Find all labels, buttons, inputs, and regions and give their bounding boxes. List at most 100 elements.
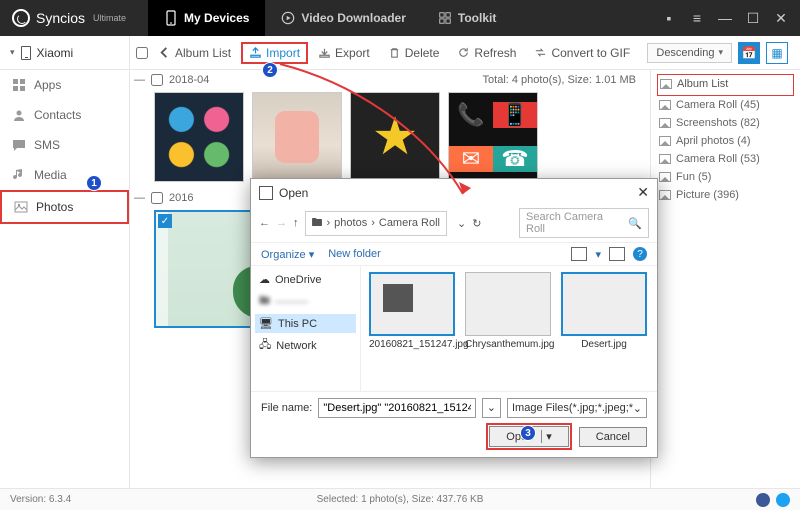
album-label: April photos (4) (676, 135, 751, 147)
tab-video-downloader[interactable]: Video Downloader (265, 0, 421, 36)
photo-thumb[interactable] (350, 92, 440, 182)
sidebar-item-contacts[interactable]: Contacts (0, 100, 129, 130)
tree-blurred[interactable]: 🖿——— (255, 289, 356, 314)
window-controls: ▪ ≡ — ☐ ✕ (662, 11, 800, 25)
album-item[interactable]: April photos (4) (657, 132, 794, 150)
menu-icon[interactable]: ≡ (690, 11, 704, 25)
facebook-icon[interactable] (756, 493, 770, 507)
preview-pane-icon[interactable] (609, 247, 625, 261)
dialog-close-icon[interactable]: ✕ (637, 184, 649, 201)
cancel-label: Cancel (596, 431, 630, 443)
nav-back-icon[interactable]: ← (259, 217, 270, 229)
chevron-down-icon[interactable]: ⌄ (482, 398, 501, 418)
tree-network[interactable]: 🖧Network (255, 333, 356, 358)
view-date-icon[interactable]: 📅 (738, 42, 760, 64)
photo-thumb[interactable] (252, 92, 342, 182)
filename-row: File name: ⌄ Image Files(*.jpg;*.jpeg;*.… (261, 398, 647, 418)
file-item[interactable]: 20160821_151247.jpg (369, 272, 455, 350)
select-all-checkbox[interactable] (136, 47, 148, 59)
folder-icon: 🖿 (312, 214, 323, 233)
cancel-button[interactable]: Cancel (579, 427, 647, 447)
delete-label: Delete (405, 46, 440, 60)
album-icon (659, 100, 671, 110)
refresh-icon[interactable]: ↻ (472, 217, 481, 230)
device-name: Xiaomi (37, 46, 74, 60)
collapse-icon[interactable]: — (134, 192, 145, 204)
album-item[interactable]: Camera Roll (45) (657, 96, 794, 114)
refresh-button[interactable]: Refresh (449, 42, 524, 64)
filename-input[interactable] (318, 398, 475, 418)
header-tabs: My Devices Video Downloader Toolkit (148, 0, 512, 36)
convert-gif-button[interactable]: Convert to GIF (526, 42, 638, 64)
view-mode-icon[interactable] (571, 247, 587, 261)
chevron-down-icon[interactable]: ▾ (595, 248, 601, 261)
album-item[interactable]: Picture (396) (657, 186, 794, 204)
chevron-down-icon: ▾ (718, 47, 723, 58)
refresh-label: Refresh (474, 46, 516, 60)
album-list-button[interactable]: Album List (150, 42, 239, 64)
import-button[interactable]: Import (241, 42, 308, 64)
pc-icon: 🖥 (259, 317, 273, 330)
album-item[interactable]: Camera Roll (53) (657, 150, 794, 168)
file-item[interactable]: Desert.jpg (561, 272, 647, 350)
tree-label: This PC (278, 318, 317, 330)
photos-icon (14, 200, 28, 214)
new-folder-button[interactable]: New folder (328, 248, 381, 260)
file-thumb (465, 272, 551, 336)
back-arrow-icon (158, 46, 171, 59)
device-phone-icon (21, 46, 31, 60)
export-button[interactable]: Export (310, 42, 378, 64)
file-open-dialog: Open ✕ ← → ↑ 🖿 › photos › Camera Roll ⌄ … (250, 178, 658, 458)
dialog-titlebar: Open ✕ (251, 179, 657, 206)
tree-label: OneDrive (275, 274, 321, 286)
breadcrumb[interactable]: 🖿 › photos › Camera Roll (305, 211, 448, 236)
album-icon (659, 154, 671, 164)
sort-label: Descending (656, 47, 714, 59)
sidebar-item-photos[interactable]: Photos (0, 190, 129, 224)
album-panel-header[interactable]: Album List (657, 74, 794, 96)
app-header: Syncios Ultimate My Devices Video Downlo… (0, 0, 800, 36)
collapse-icon[interactable]: — (134, 74, 145, 86)
photo-thumb[interactable]: 📞📱✉☎ (448, 92, 538, 182)
sidebar-item-sms[interactable]: SMS (0, 130, 129, 160)
device-selector[interactable]: ▾ Xiaomi (0, 36, 130, 69)
dialog-nav: ← → ↑ 🖿 › photos › Camera Roll ⌄ ↻ Searc… (251, 206, 657, 242)
dialog-search[interactable]: Search Camera Roll 🔍 (519, 208, 649, 238)
dialog-title: Open (279, 186, 308, 200)
sidebar-item-apps[interactable]: Apps (0, 70, 129, 100)
filetype-filter[interactable]: Image Files(*.jpg;*.jpeg;*.png;*. ⌄ (507, 398, 647, 418)
section-label: 2018-04 (169, 74, 209, 86)
import-icon (249, 46, 262, 59)
nav-up-icon[interactable]: ↑ (293, 217, 299, 229)
file-name: Chrysanthemum.jpg (465, 339, 554, 350)
nav-forward-icon[interactable]: → (276, 217, 287, 229)
organize-menu[interactable]: Organize ▾ (261, 248, 314, 261)
file-item[interactable]: Chrysanthemum.jpg (465, 272, 551, 350)
filter-label: Image Files(*.jpg;*.jpeg;*.png;*. (512, 402, 633, 414)
album-item[interactable]: Fun (5) (657, 168, 794, 186)
chevron-down-icon[interactable]: ▾ (541, 430, 552, 443)
view-grid-icon[interactable]: ▦ (766, 42, 788, 64)
delete-button[interactable]: Delete (380, 42, 448, 64)
album-item[interactable]: Screenshots (82) (657, 114, 794, 132)
close-icon[interactable]: ✕ (774, 11, 788, 25)
notification-icon[interactable]: ▪ (662, 11, 676, 25)
minimize-icon[interactable]: — (718, 11, 732, 25)
twitter-icon[interactable] (776, 493, 790, 507)
tab-toolkit[interactable]: Toolkit (422, 0, 512, 36)
sidebar-item-media[interactable]: Media (0, 160, 129, 190)
maximize-icon[interactable]: ☐ (746, 11, 760, 25)
photo-thumb[interactable] (154, 92, 244, 182)
section-checkbox[interactable] (151, 192, 163, 204)
tab-my-devices[interactable]: My Devices (148, 0, 265, 36)
chevron-down-icon: ▾ (309, 249, 315, 261)
album-label: Fun (5) (676, 171, 711, 183)
sort-dropdown[interactable]: Descending ▾ (647, 43, 732, 63)
album-label: Camera Roll (53) (676, 153, 760, 165)
section-label: 2016 (169, 192, 193, 204)
tree-this-pc[interactable]: 🖥 This PC (255, 314, 356, 333)
chevron-down-icon[interactable]: ⌄ (457, 217, 466, 230)
tree-onedrive[interactable]: ☁OneDrive (255, 270, 356, 289)
help-icon[interactable]: ? (633, 247, 647, 261)
section-checkbox[interactable] (151, 74, 163, 86)
